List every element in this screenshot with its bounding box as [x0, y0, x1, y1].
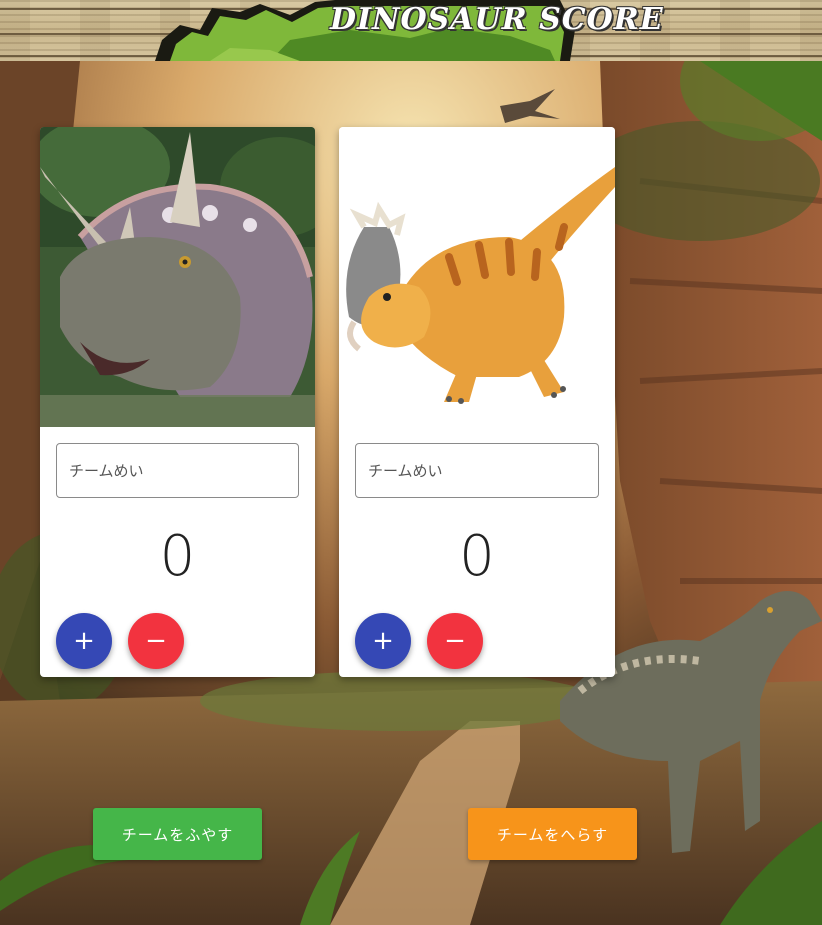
- pachyrhinosaurus-illustration: [339, 127, 615, 427]
- triceratops-photo: [40, 127, 315, 427]
- add-team-button[interactable]: チームをふやす: [93, 808, 262, 860]
- team-score: 0: [459, 524, 495, 589]
- team-score: 0: [159, 524, 196, 589]
- remove-team-button[interactable]: チームをへらす: [468, 808, 637, 860]
- header-banner: DINOSAUR SCORE: [0, 0, 822, 62]
- plus-icon: +: [372, 626, 394, 656]
- increment-score-button[interactable]: +: [56, 613, 112, 669]
- team-name-input[interactable]: [56, 443, 299, 498]
- minus-icon: −: [444, 626, 466, 656]
- team-card: 0 + −: [339, 127, 615, 677]
- increment-score-button[interactable]: +: [355, 613, 411, 669]
- plus-icon: +: [73, 626, 95, 656]
- team-name-input[interactable]: [355, 443, 599, 498]
- app-title: DINOSAUR SCORE: [330, 2, 664, 37]
- team-card: 0 + −: [40, 127, 315, 677]
- app-page: DINOSAUR SCORE チームめい 0 + − チームめい 0 + − チ…: [0, 0, 822, 925]
- decrement-score-button[interactable]: −: [128, 613, 184, 669]
- minus-icon: −: [145, 626, 167, 656]
- decrement-score-button[interactable]: −: [427, 613, 483, 669]
